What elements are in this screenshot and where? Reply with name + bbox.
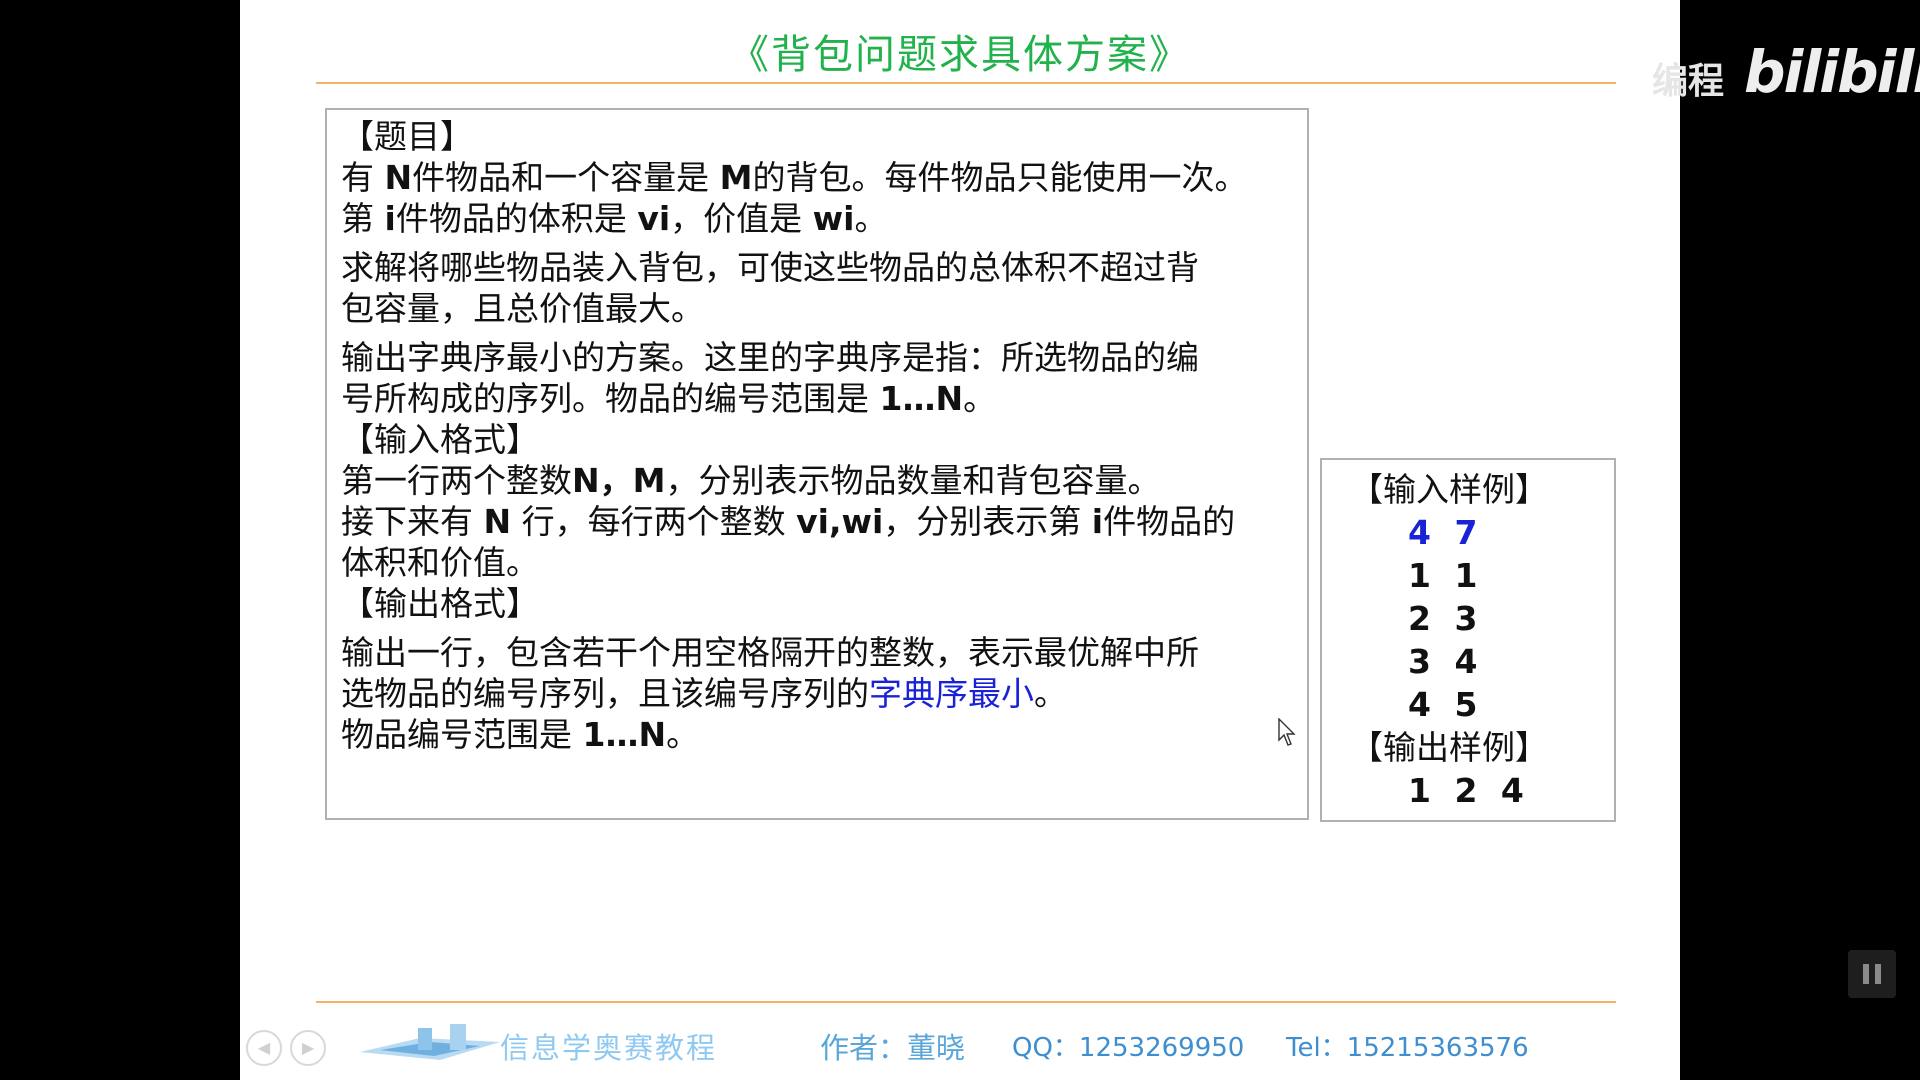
footer-divider: [316, 1001, 1616, 1003]
sample-output-row: 1 2 4: [1408, 771, 1530, 810]
watermark-text: 编程: [1652, 61, 1725, 102]
problem-heading: 【题目】: [341, 117, 473, 156]
footer-author: 作者：董晓: [820, 1031, 966, 1065]
sample-input-row: 2 3: [1408, 599, 1484, 638]
footer-logo-text: 信息学奥赛教程: [500, 1031, 718, 1065]
slide-title: 《背包问题求具体方案》: [729, 32, 1191, 78]
sample-box: 【输入样例】 4 7 1 1 2 3 3 4 4 5 【输出样例】 1 2 4: [1320, 458, 1616, 822]
lexicographic-highlight: 字典序最小: [869, 674, 1034, 713]
problem-line-1: 有 N件物品和一个容量是 M的背包。每件物品只能使用一次。: [341, 158, 1248, 197]
output-format-line-1: 输出一行，包含若干个用空格隔开的整数，表示最优解中所 选物品的编号序列，且该编号序…: [341, 633, 1199, 713]
bilibili-logo-icon: bilibili: [1744, 38, 1920, 106]
sample-input-heading: 【输入样例】: [1350, 470, 1548, 509]
slide: 《背包问题求具体方案》 【题目】 有 N件物品和一个容量是 M的背包。每件物品只…: [240, 0, 1680, 1080]
course-logo-icon: [360, 1024, 500, 1060]
sample-output-heading: 【输出样例】: [1350, 728, 1548, 767]
input-format-line-1: 第一行两个整数N，M，分别表示物品数量和背包容量。: [341, 461, 1161, 500]
pause-button[interactable]: [1848, 950, 1896, 998]
input-format-heading: 【输入格式】: [341, 420, 539, 459]
footer-tel: Tel：15215363576: [1286, 1033, 1529, 1063]
previous-slide-icon[interactable]: ◀: [246, 1030, 282, 1066]
sample-input-row: 4 7: [1408, 513, 1484, 552]
problem-paragraph-3: 输出字典序最小的方案。这里的字典序是指：所选物品的编 号所构成的序列。物品的编号范…: [341, 338, 1199, 418]
next-slide-icon[interactable]: ▶: [290, 1030, 326, 1066]
sample-input-row: 1 1: [1408, 556, 1484, 595]
problem-statement-box: 【题目】 有 N件物品和一个容量是 M的背包。每件物品只能使用一次。 第 i件物…: [325, 108, 1309, 820]
mouse-cursor-icon: [1278, 718, 1296, 746]
sample-input-row: 4 5: [1408, 685, 1484, 724]
problem-paragraph-2: 求解将哪些物品装入背包，可使这些物品的总体积不超过背 包容量，且总价值最大。: [341, 248, 1199, 328]
problem-line-2: 第 i件物品的体积是 vi，价值是 wi。: [341, 199, 888, 238]
title-divider: [316, 82, 1616, 84]
output-format-line-3: 物品编号范围是 1…N。: [341, 715, 700, 754]
pause-icon: [1863, 964, 1869, 984]
footer-qq: QQ：1253269950: [1012, 1033, 1245, 1063]
input-format-line-2: 接下来有 N 行，每行两个整数 vi,wi，分别表示第 i件物品的 体积和价值。: [341, 502, 1236, 582]
sample-input-row: 3 4: [1408, 642, 1484, 681]
output-format-heading: 【输出格式】: [341, 584, 539, 623]
